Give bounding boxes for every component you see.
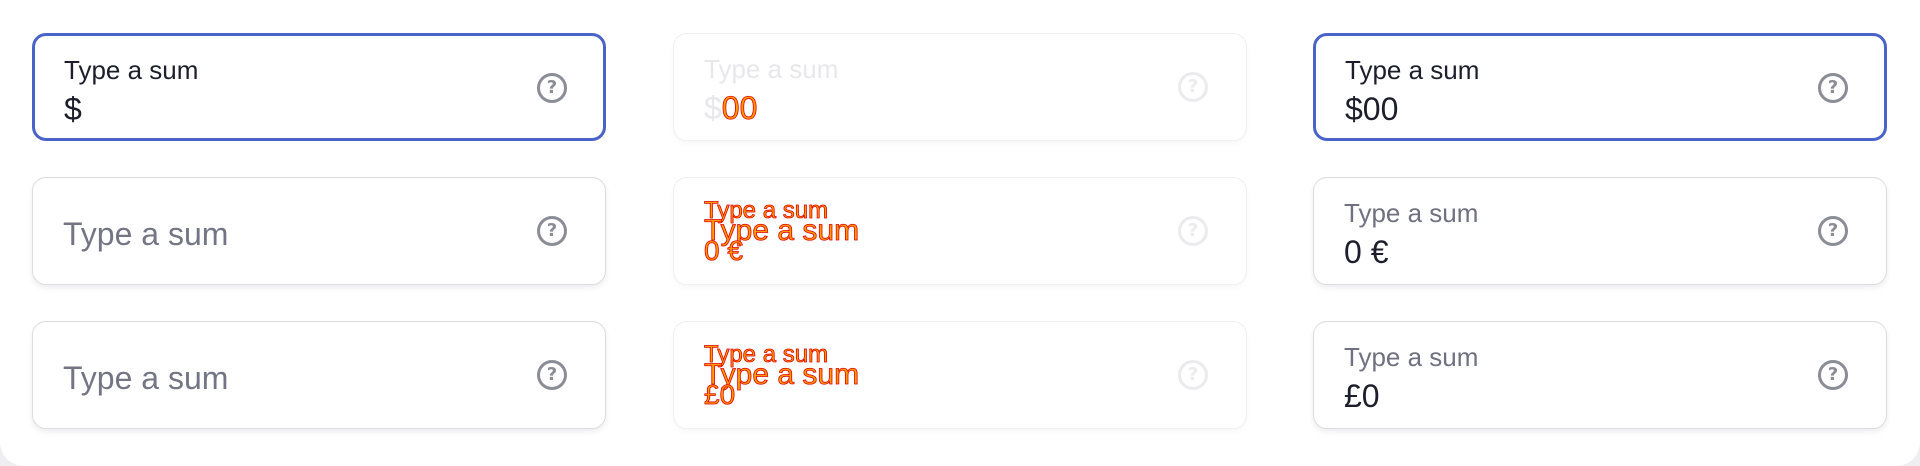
sum-field-empty[interactable]: Type a sum ?: [32, 321, 606, 429]
field-label: Type a sum: [1344, 198, 1479, 228]
question-circle-icon: ?: [1178, 216, 1208, 246]
glitched-text-stack: Type a sum Type a sum £0: [704, 342, 860, 409]
sum-field-focused-dollar-filled[interactable]: Type a sum $00 ?: [1313, 33, 1887, 141]
value-prefix: $: [704, 90, 722, 126]
sum-field-empty[interactable]: Type a sum ?: [32, 177, 606, 285]
field-value[interactable]: £0: [1344, 378, 1380, 415]
glitched-text-stack: Type a sum Type a sum 0 €: [704, 198, 860, 265]
sum-field-disabled-dollar: Type a sum $00 ?: [673, 33, 1247, 141]
question-circle-icon: ?: [1178, 360, 1208, 390]
field-label: Type a sum: [1345, 55, 1480, 85]
question-circle-icon[interactable]: ?: [537, 360, 567, 390]
panel-column-3: Type a sum $00 ? Type a sum 0 € ? Type a…: [1280, 0, 1920, 466]
sum-field-filled-euro[interactable]: Type a sum 0 € ?: [1313, 177, 1887, 285]
field-label: Type a sum: [704, 54, 839, 84]
field-value[interactable]: $00: [1345, 91, 1398, 128]
question-circle-icon[interactable]: ?: [537, 73, 567, 103]
field-value[interactable]: 0 €: [1344, 234, 1388, 271]
sum-field-focused-dollar[interactable]: Type a sum $ ?: [32, 33, 606, 141]
question-circle-icon: ?: [1178, 72, 1208, 102]
sum-field-filled-pound[interactable]: Type a sum £0 ?: [1313, 321, 1887, 429]
question-circle-icon[interactable]: ?: [537, 216, 567, 246]
value-overlay: 00: [721, 90, 758, 127]
question-circle-icon[interactable]: ?: [1818, 73, 1848, 103]
panel-column-1: Type a sum $ ? Type a sum ? Type a sum ?: [0, 0, 640, 466]
sum-field-disabled-euro: Type a sum Type a sum 0 € ?: [673, 177, 1247, 285]
field-value: $00: [704, 90, 758, 127]
field-placeholder: Type a sum: [63, 360, 229, 396]
field-label: Type a sum: [64, 55, 199, 85]
question-circle-icon[interactable]: ?: [1818, 360, 1848, 390]
field-label: Type a sum: [1344, 342, 1479, 372]
panel-column-2: Type a sum $00 ? Type a sum Type a sum 0…: [640, 0, 1280, 466]
sum-field-disabled-pound: Type a sum Type a sum £0 ?: [673, 321, 1247, 429]
question-circle-icon[interactable]: ?: [1818, 216, 1848, 246]
field-value[interactable]: $: [64, 91, 82, 128]
field-placeholder: Type a sum: [63, 216, 229, 252]
